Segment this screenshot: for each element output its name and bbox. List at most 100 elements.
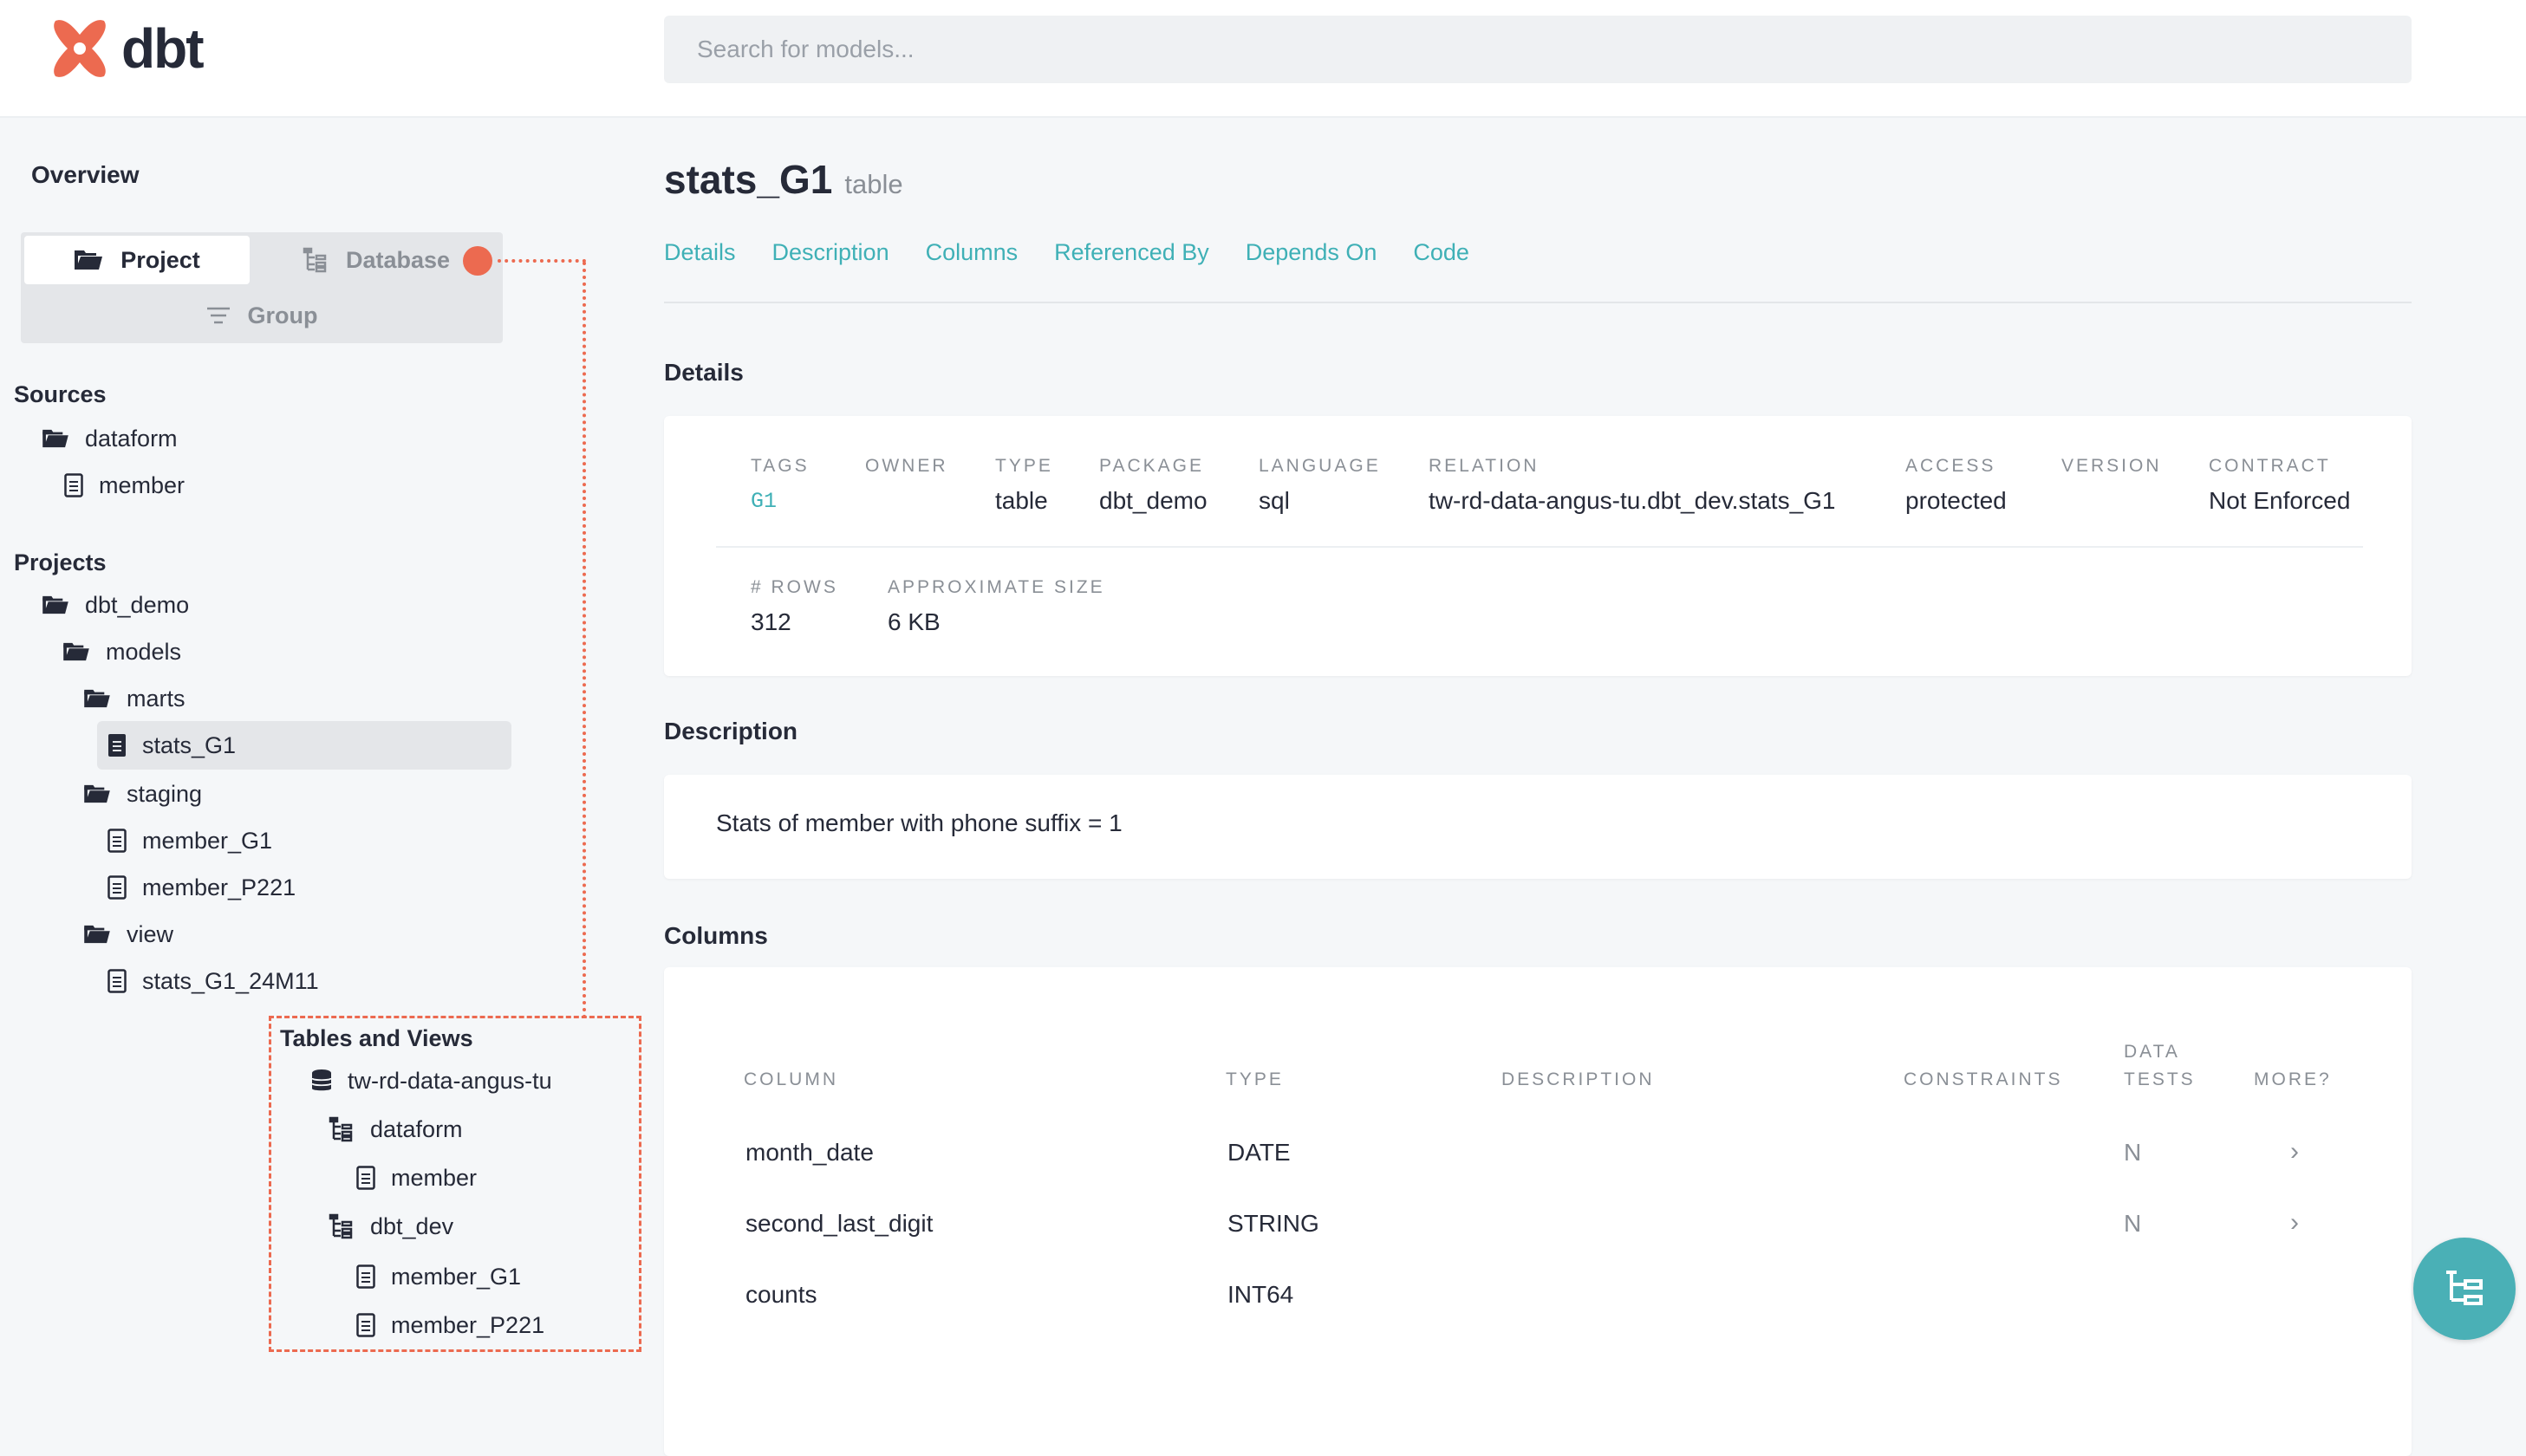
- tab-depends-on[interactable]: Depends On: [1246, 239, 1377, 266]
- file-icon: [356, 1264, 375, 1289]
- tree-item-label: member_P221: [142, 874, 296, 900]
- column-header-description: DESCRIPTION: [1501, 1069, 1655, 1089]
- source-item-member[interactable]: member: [64, 466, 185, 504]
- schema-tree-icon: [329, 1213, 355, 1239]
- description-heading: Description: [664, 718, 798, 744]
- project-folder-models[interactable]: models: [62, 633, 181, 671]
- folder-icon: [83, 688, 111, 709]
- file-icon: [356, 1313, 375, 1337]
- top-bar: dbt: [0, 0, 2526, 118]
- column-header-column[interactable]: COLUMN: [744, 1066, 838, 1094]
- table-item-member-g1[interactable]: member_G1: [356, 1258, 521, 1296]
- tables-and-views-heading: Tables and Views: [280, 1025, 473, 1051]
- dbt-logo[interactable]: dbt: [47, 16, 204, 81]
- detail-label: TAGS: [751, 456, 810, 476]
- group-toggle-button[interactable]: Group: [24, 291, 499, 340]
- detail-value: 6 KB: [888, 608, 941, 635]
- tree-item-label: member: [99, 471, 186, 498]
- detail-value: Not Enforced: [2209, 487, 2351, 514]
- app-name: dbt: [121, 17, 204, 80]
- tab-details[interactable]: Details: [664, 239, 736, 266]
- detail-value: dbt_demo: [1099, 487, 1208, 514]
- tab-code[interactable]: Code: [1413, 239, 1469, 266]
- lineage-icon: [2443, 1265, 2486, 1313]
- detail-label: PACKAGE: [1099, 456, 1204, 476]
- project-folder-view[interactable]: view: [83, 915, 173, 953]
- project-folder-marts[interactable]: marts: [83, 679, 186, 718]
- tree-item-label: stats_G1_24M11: [142, 967, 319, 994]
- details-divider: [716, 546, 2363, 548]
- expand-row-chevron-icon[interactable]: ›: [2290, 1137, 2299, 1167]
- detail-label: ACCESS: [1905, 456, 1996, 476]
- tab-referenced-by[interactable]: Referenced By: [1054, 239, 1209, 266]
- detail-value: protected: [1905, 487, 2007, 514]
- project-folder-staging[interactable]: staging: [83, 775, 202, 813]
- tag-link-g1[interactable]: G1: [751, 489, 777, 514]
- detail-label: TYPE: [995, 456, 1053, 476]
- folder-icon: [62, 641, 90, 662]
- file-icon: [107, 829, 127, 853]
- column-tests-cell: N: [2124, 1210, 2142, 1237]
- file-icon: [107, 875, 127, 900]
- column-type-cell: DATE: [1227, 1139, 1291, 1166]
- tree-item-label: dbt_dev: [370, 1212, 454, 1239]
- tree-item-label: stats_G1: [142, 731, 237, 758]
- project-model-member-p221[interactable]: member_P221: [107, 868, 296, 907]
- source-folder-dataform[interactable]: dataform: [42, 419, 178, 458]
- folder-icon: [83, 783, 111, 804]
- sources-heading: Sources: [14, 381, 107, 407]
- resource-type-label: table: [844, 169, 903, 199]
- table-item-member-p221[interactable]: member_P221: [356, 1306, 544, 1344]
- tree-item-label: staging: [127, 780, 203, 807]
- view-toggle: Project Database Group: [21, 232, 503, 343]
- tree-item-label: models: [106, 638, 182, 665]
- database-toggle-button[interactable]: Database: [255, 236, 498, 284]
- project-model-member-g1[interactable]: member_G1: [107, 822, 272, 860]
- detail-label: LANGUAGE: [1259, 456, 1381, 476]
- detail-label: VERSION: [2061, 456, 2162, 476]
- projects-heading: Projects: [14, 549, 107, 575]
- database-icon: [311, 1069, 332, 1093]
- schema-item-dataform[interactable]: dataform: [329, 1110, 463, 1148]
- detail-value: 312: [751, 608, 791, 635]
- schema-item-dbt-dev[interactable]: dbt_dev: [329, 1207, 453, 1245]
- highlight-marker-dot: [463, 246, 492, 276]
- lineage-graph-button[interactable]: [2413, 1238, 2516, 1340]
- db-item-tw-rd-data-angus-tu[interactable]: tw-rd-data-angus-tu: [311, 1062, 552, 1100]
- detail-value: tw-rd-data-angus-tu.dbt_dev.stats_G1: [1429, 487, 1836, 514]
- tree-item-label: member_G1: [142, 827, 273, 854]
- folder-icon: [83, 924, 111, 945]
- dbt-logo-icon: [54, 20, 106, 77]
- search-input[interactable]: [695, 35, 2346, 64]
- overview-link[interactable]: Overview: [31, 161, 140, 189]
- project-folder-dbt-demo[interactable]: dbt_demo: [42, 586, 189, 624]
- tree-item-label: dataform: [85, 425, 178, 452]
- project-model-stats-g1[interactable]: stats_G1: [97, 721, 511, 770]
- tab-columns[interactable]: Columns: [926, 239, 1019, 266]
- folder-icon: [42, 595, 69, 615]
- details-heading: Details: [664, 359, 744, 386]
- annotation-connector-vertical: [583, 262, 586, 1019]
- columns-heading: Columns: [664, 922, 768, 949]
- section-tabs: Details Description Columns Referenced B…: [664, 239, 1506, 266]
- table-item-member[interactable]: member: [356, 1159, 477, 1197]
- column-name-cell: month_date: [745, 1139, 874, 1166]
- expand-row-chevron-icon[interactable]: ›: [2290, 1208, 2299, 1238]
- description-card: Stats of member with phone suffix = 1: [664, 775, 2412, 879]
- folder-icon: [74, 249, 103, 271]
- search-bar[interactable]: [664, 16, 2412, 83]
- tab-description[interactable]: Description: [772, 239, 889, 266]
- column-type-cell: STRING: [1227, 1210, 1319, 1237]
- details-card: TAGS G1 OWNER TYPE table PACKAGE dbt_dem…: [664, 416, 2412, 676]
- project-model-stats-g1-24m11[interactable]: stats_G1_24M11: [107, 962, 319, 1000]
- project-toggle-button[interactable]: Project: [24, 236, 250, 284]
- tabs-divider: [664, 302, 2412, 303]
- detail-label: # ROWS: [751, 577, 838, 597]
- project-toggle-label: Project: [120, 246, 200, 273]
- detail-value: table: [995, 487, 1048, 514]
- tree-item-label: dataform: [370, 1115, 463, 1142]
- column-header-data-tests-line1: DATA: [2124, 1042, 2180, 1062]
- tree-item-label: dbt_demo: [85, 591, 190, 618]
- file-icon: [107, 733, 127, 757]
- column-header-type[interactable]: TYPE: [1226, 1066, 1284, 1094]
